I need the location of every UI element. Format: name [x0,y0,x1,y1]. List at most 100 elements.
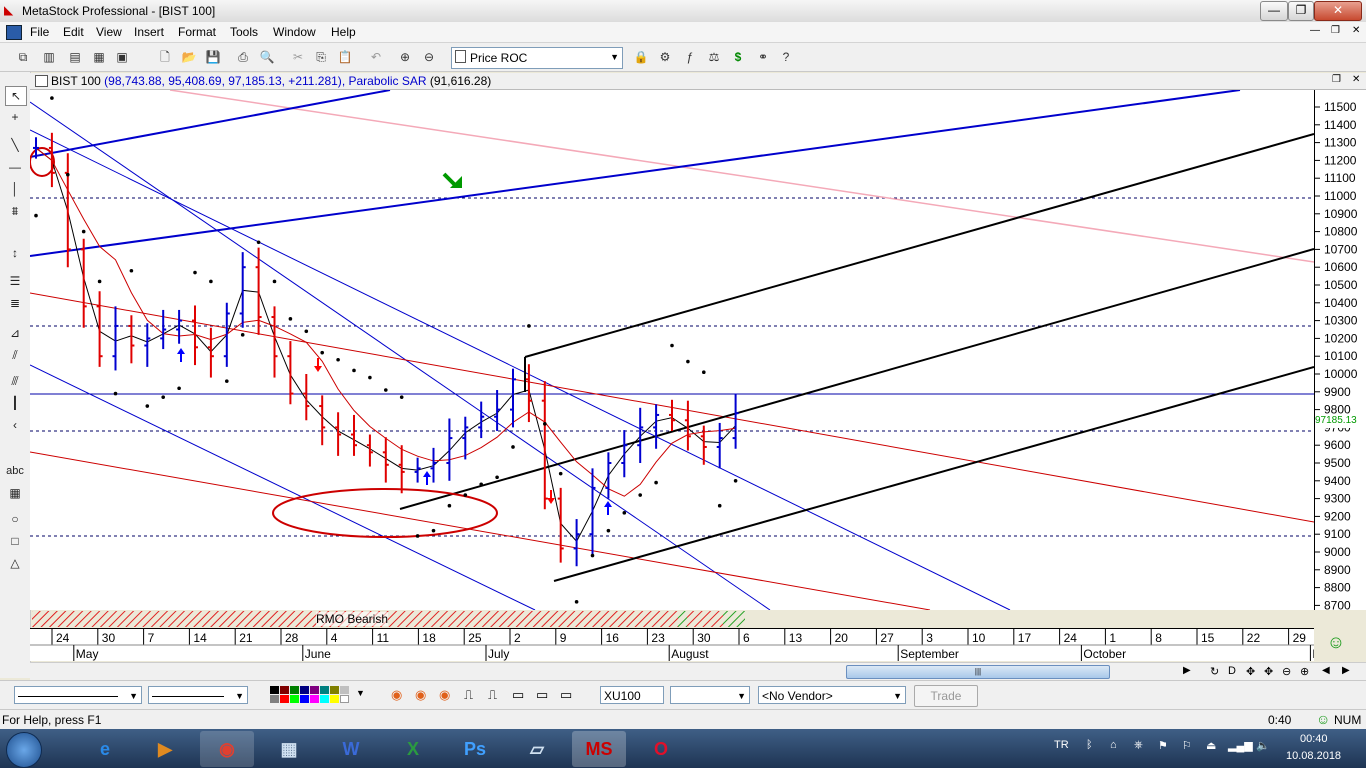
browser-icon[interactable]: ◉ [415,687,426,703]
tile-vertical-icon[interactable]: ▥ [40,48,58,66]
price-chart[interactable] [30,90,1314,610]
fib-time-zones-icon[interactable]: ┃ [5,394,25,412]
menu-help[interactable]: Help [331,25,356,39]
regression-icon[interactable]: ≣ [5,294,25,312]
chart-restore-button[interactable]: ❐ [1332,74,1341,85]
start-button[interactable] [6,732,42,768]
ellipse-tool-icon[interactable]: ○ [5,510,25,528]
context-help-icon[interactable]: ? [777,48,795,66]
formula-icon[interactable]: ƒ [681,48,699,66]
move-icon[interactable]: ✥ [1246,665,1255,678]
explorer-binoculars-icon[interactable]: ⚭ [754,48,772,66]
smiley-icon[interactable]: ☺ [1322,632,1350,656]
expert-icon[interactable]: ⚙ [656,48,674,66]
color-dropdown-arrow-icon[interactable]: ▼ [356,688,365,698]
clock-date[interactable]: 10.08.2018 [1286,750,1341,762]
excel-taskbar-icon[interactable]: X [386,731,440,767]
trendline-icon[interactable]: ╲ [5,136,25,154]
photoshop-taskbar-icon[interactable]: Ps [448,731,502,767]
chart-icon[interactable]: ⎍ [488,687,497,703]
word-taskbar-icon[interactable]: W [324,731,378,767]
menu-window[interactable]: Window [273,25,316,39]
fibonacci-icon[interactable]: ↕ [5,244,25,262]
copy-icon[interactable]: ⎘ [312,48,330,66]
save-icon[interactable]: 💾 [204,48,222,66]
horizontal-line-icon[interactable]: — [5,158,25,176]
browser-icon[interactable]: ◉ [391,687,402,703]
periodicity-select[interactable]: ▼ [670,686,750,704]
line-weight-select[interactable]: ▼ [148,686,248,704]
color-palette[interactable] [270,686,356,704]
symbol-input[interactable]: XU100 [600,686,664,704]
window-icon[interactable]: ▭ [512,687,524,703]
vertical-line-icon[interactable]: │ [5,180,25,198]
menu-tools[interactable]: Tools [230,25,258,39]
flag-icon[interactable]: ⚐ [1182,739,1192,752]
menu-file[interactable]: File [30,25,49,39]
undo-icon[interactable]: ↶ [367,48,385,66]
menu-view[interactable]: View [96,25,122,39]
usb-icon[interactable]: ⏏ [1206,739,1216,752]
vendor-select[interactable]: <No Vendor> ▼ [758,686,906,704]
zoom-out-icon[interactable]: ⊖ [1282,665,1291,678]
speed-lines-icon[interactable]: ☰ [5,272,25,290]
zoom-icon[interactable]: ⊖ [420,48,438,66]
document-icon[interactable] [6,25,22,40]
pointer-icon[interactable]: ↖ [5,86,27,106]
ie-taskbar-icon[interactable]: e [78,731,132,767]
periodicity-icon[interactable]: D [1228,665,1236,677]
text-tool-icon[interactable]: abc [5,462,25,480]
window-icon[interactable]: ▭ [536,687,548,703]
close-button[interactable]: ✕ [1314,1,1362,21]
scroll-thumb[interactable]: ||| [846,665,1110,679]
security-icon[interactable]: ⚑ [1158,739,1168,752]
crosshair-icon[interactable]: ⊕ [396,48,414,66]
menu-format[interactable]: Format [178,25,216,39]
print-preview-icon[interactable]: 🔍 [258,48,276,66]
window-icon[interactable]: ▭ [560,687,572,703]
price-axis[interactable]: 11500 11400 11300 11200 11100 11000 10900 10800… [1314,90,1366,610]
expand-icon[interactable]: ✥ [1264,665,1273,678]
menu-insert[interactable]: Insert [134,25,164,39]
doc-restore-button[interactable]: ❐ [1331,25,1340,36]
maximize-button[interactable]: ❐ [1288,1,1314,21]
cut-icon[interactable]: ✂ [289,48,307,66]
chart-close-button[interactable]: ✕ [1352,74,1360,85]
fan-lines-icon[interactable]: ⫽ [5,346,25,364]
notes-taskbar-icon[interactable]: ▱ [510,731,564,767]
clock-time[interactable]: 00:40 [1300,733,1328,745]
print-icon[interactable]: ⎙ [234,48,252,66]
trade-button[interactable]: Trade [914,685,978,707]
security-lock-icon[interactable]: 🔒 [632,48,650,66]
scroll-right-arrow-icon[interactable]: ▶ [1183,665,1191,676]
dollar-icon[interactable]: $ [729,48,747,66]
language-indicator[interactable]: TR [1054,739,1069,751]
media-player-taskbar-icon[interactable]: ▶ [138,731,192,767]
template-select[interactable]: Price ROC ▼ [451,47,623,69]
scroll-right-icon[interactable]: ▶ [1342,665,1350,676]
volume-icon[interactable]: 🔈 [1256,739,1270,752]
gann-fan-icon[interactable]: ⊿ [5,324,25,342]
cycle-lines-icon[interactable]: ⩩ [5,202,25,220]
grid-icon[interactable]: ▦ [90,48,108,66]
triangle-tool-icon[interactable]: △ [5,554,25,572]
minimize-button[interactable]: — [1260,1,1288,21]
menu-edit[interactable]: Edit [63,25,84,39]
system-tester-icon[interactable]: ⚖ [705,48,723,66]
rectangle-tool-icon[interactable]: □ [5,532,25,550]
calculator-taskbar-icon[interactable]: ▦ [262,731,316,767]
chart-scrollbar[interactable]: ||| ▶ ↻ D ✥ ✥ ⊖ ⊕ ◀ ▶ [30,662,1366,680]
line-style-select[interactable]: ▼ [14,686,142,704]
arc-icon[interactable]: ‹ [5,416,25,434]
zoom-in-icon[interactable]: ⊕ [1300,665,1309,678]
table-tool-icon[interactable]: ▦ [5,484,25,502]
signal-icon[interactable]: ▂▄▆ [1228,739,1253,752]
metastock-taskbar-icon[interactable]: MS [572,731,626,767]
scroll-left-icon[interactable]: ◀ [1322,665,1330,676]
chrome-taskbar-icon[interactable]: ◉ [200,731,254,767]
bluetooth-icon[interactable]: ᛒ [1086,739,1093,751]
new-file-icon[interactable]: 🗋 [156,48,174,66]
open-folder-icon[interactable]: 📂 [180,48,198,66]
network-icon[interactable]: ⌂ [1110,739,1117,751]
andrews-pitchfork-icon[interactable]: ⫻ [5,372,25,390]
